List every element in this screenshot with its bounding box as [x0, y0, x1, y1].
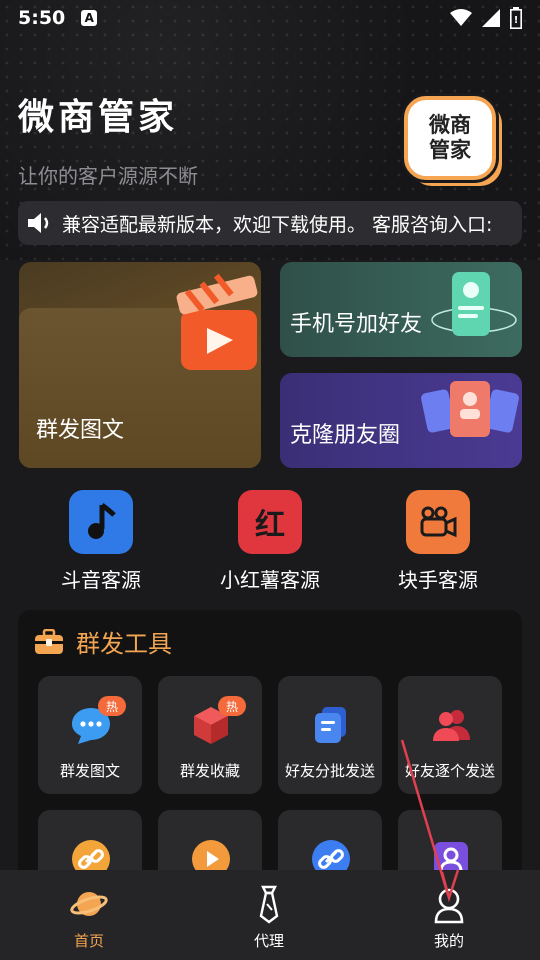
- speaker-icon: [28, 213, 49, 233]
- briefcase-icon: [35, 628, 63, 654]
- tab-home[interactable]: 首页: [29, 870, 149, 960]
- profile-user-icon: [434, 888, 464, 924]
- tool-label: 群发图文: [59, 762, 120, 780]
- tool-one-by-one-send[interactable]: 好友逐个发送: [398, 676, 502, 794]
- source-app-kuaishou[interactable]: 块手客源: [368, 490, 508, 593]
- hot-badge: 热: [218, 696, 246, 716]
- battery-icon: !: [510, 7, 522, 29]
- tool-batch-send[interactable]: 好友分批发送: [278, 676, 382, 794]
- source-app-label: 块手客源: [398, 568, 478, 592]
- source-app-douyin[interactable]: 斗音客源: [31, 490, 171, 593]
- mass-image-text-card[interactable]: 群发图文: [19, 262, 261, 468]
- mass-image-text-label: 群发图文: [36, 418, 125, 443]
- phone-add-friend-label: 手机号加好友: [290, 312, 423, 337]
- svg-text:!: !: [514, 15, 519, 26]
- status-bar: 5:50 A !: [0, 0, 540, 36]
- tool-label: 群发收藏: [179, 762, 240, 780]
- clone-moments-label: 克隆朋友圈: [290, 423, 401, 448]
- app-title: 微商管家: [18, 97, 179, 138]
- necktie-icon: [259, 885, 279, 924]
- clone-moments-card[interactable]: 克隆朋友圈: [280, 373, 522, 468]
- video-camera-icon: [406, 490, 470, 554]
- app-logo: 微商 管家: [404, 96, 496, 180]
- clapperboard-play-icon: [176, 273, 258, 370]
- mass-send-tools-panel: 群发工具 热 群发图文 热 群发收藏 好友分批发送 好友逐个发送: [18, 610, 522, 928]
- tools-title: 群发工具: [76, 630, 172, 658]
- red-book-glyph: 红: [255, 508, 285, 543]
- tab-agent[interactable]: 代理: [209, 870, 329, 960]
- source-app-label: 斗音客源: [61, 568, 141, 592]
- source-apps-row: 斗音客源 红 小红薯客源 块手客源: [0, 490, 540, 593]
- status-icons: !: [450, 7, 522, 29]
- tool-mass-favorites[interactable]: 热 群发收藏: [158, 676, 262, 794]
- planet-home-icon: [70, 892, 108, 916]
- tool-mass-image-text[interactable]: 热 群发图文: [38, 676, 142, 794]
- source-app-xiaohongshu[interactable]: 红 小红薯客源: [200, 490, 340, 593]
- tab-label: 我的: [433, 932, 464, 950]
- users-icon: [433, 710, 470, 741]
- announcement-bar[interactable]: 兼容适配最新版本，欢迎下载使用。 客服咨询入口:: [18, 201, 522, 245]
- hot-badge: 热: [98, 696, 126, 716]
- tools-header: 群发工具: [34, 624, 172, 659]
- status-time: 5:50: [18, 7, 66, 29]
- cellular-signal-icon: [482, 9, 500, 27]
- tool-label: 好友逐个发送: [404, 762, 495, 780]
- tab-label: 代理: [253, 932, 284, 950]
- profile-cards-icon: [421, 381, 519, 437]
- app-subtitle: 让你的客户源源不断: [18, 164, 198, 188]
- notification-a-icon: A: [81, 10, 98, 26]
- logo-text-line2: 管家: [429, 138, 471, 162]
- announcement-text: 兼容适配最新版本，欢迎下载使用。 客服咨询入口:: [62, 213, 493, 236]
- music-note-icon: [69, 490, 133, 554]
- tab-label: 首页: [73, 932, 104, 950]
- bottom-tab-bar: 首页 代理 我的: [0, 870, 540, 960]
- source-app-label: 小红薯客源: [220, 568, 320, 592]
- document-stack-icon: [315, 707, 346, 743]
- phone-add-friend-card[interactable]: 手机号加好友: [280, 262, 522, 357]
- tab-mine[interactable]: 我的: [389, 870, 509, 960]
- red-book-icon: 红: [238, 490, 302, 554]
- tool-label: 好友分批发送: [284, 762, 375, 780]
- wifi-icon: [450, 9, 472, 26]
- logo-text-line1: 微商: [429, 113, 471, 137]
- phone-contact-icon: [431, 272, 517, 336]
